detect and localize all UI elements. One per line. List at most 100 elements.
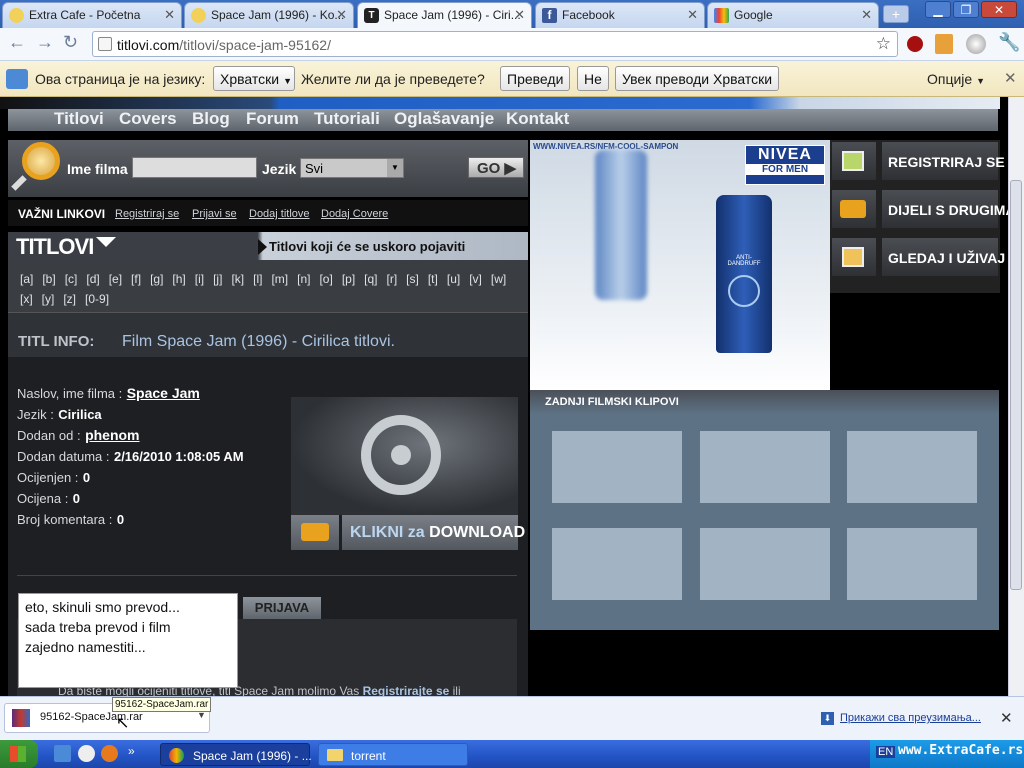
link-dodaj-covere[interactable]: Dodaj Covere (321, 208, 388, 220)
tab-prijava[interactable]: PRIJAVA (243, 597, 321, 619)
extension-record-icon[interactable] (907, 36, 923, 52)
clip-thumbnail[interactable] (847, 431, 977, 503)
letter-link[interactable]: [l] (253, 269, 262, 289)
share-side-button[interactable]: DIJELI S DRUGIMA (882, 190, 1008, 228)
nav-blog[interactable]: Blog (192, 109, 230, 129)
forward-arrow-icon[interactable]: → (36, 32, 54, 53)
language-select[interactable]: Svi ▼ (300, 158, 404, 178)
watch-icon-box[interactable] (832, 238, 876, 276)
close-icon[interactable]: ✕ (514, 7, 525, 23)
film-title-link[interactable]: Space Jam (127, 385, 200, 401)
more-quicklaunch-icon[interactable]: » (128, 744, 135, 758)
letter-link[interactable]: [y] (42, 289, 55, 309)
nav-kontakt[interactable]: Kontakt (506, 109, 569, 129)
show-all-downloads-link[interactable]: Прикажи сва преузимања... (840, 712, 981, 724)
letter-link[interactable]: [b] (42, 269, 55, 289)
close-icon[interactable]: ✕ (861, 7, 872, 23)
register-side-button[interactable]: REGISTRIRAJ SE (882, 142, 1005, 180)
letter-link[interactable]: [q] (364, 269, 377, 289)
extension-globe-icon[interactable] (966, 34, 986, 54)
download-icon-box[interactable] (291, 515, 339, 550)
maximize-button[interactable]: ❐ (953, 1, 979, 18)
film-name-input[interactable] (132, 157, 257, 178)
letter-link[interactable]: [v] (469, 269, 482, 289)
tab-extra-cafe[interactable]: Extra Cafe - Početna ✕ (2, 2, 182, 28)
tab-facebook[interactable]: f Facebook ✕ (535, 2, 705, 28)
letter-link[interactable]: [h] (172, 269, 185, 289)
check-icon-box[interactable] (832, 142, 876, 180)
link-prijavi[interactable]: Prijavi se (192, 208, 237, 220)
watch-side-button[interactable]: GLEDAJ I UŽIVAJ (882, 238, 1005, 276)
link-dodaj-titlove[interactable]: Dodaj titlove (249, 208, 310, 220)
close-window-button[interactable]: ✕ (981, 1, 1017, 18)
letter-link[interactable]: [w] (491, 269, 506, 289)
close-icon[interactable]: ✕ (687, 7, 698, 23)
nav-titlovi[interactable]: Titlovi (54, 109, 104, 129)
no-translate-button[interactable]: Не (577, 66, 609, 91)
nivea-ad[interactable]: WWW.NIVEA.RS/NFM-COOL-SAMPON NIVEA FOR M… (530, 140, 830, 390)
always-translate-button[interactable]: Увек преводи Хрватски (615, 66, 780, 91)
address-bar[interactable]: titlovi.com/titlovi/space-jam-95162/ ☆ (92, 31, 898, 57)
letter-link[interactable]: [n] (297, 269, 310, 289)
close-icon[interactable]: ✕ (1004, 69, 1017, 87)
nav-tutoriali[interactable]: Tutoriali (314, 109, 380, 129)
minimize-button[interactable]: ▁ (925, 1, 951, 18)
extension-fox-icon[interactable] (935, 34, 953, 54)
tab-space-jam-ko[interactable]: Space Jam (1996) - Ko... ✕ (184, 2, 354, 28)
coming-soon-link[interactable]: Titlovi koji će se uskoro pojaviti (269, 239, 465, 254)
letter-link[interactable]: [u] (447, 269, 460, 289)
letter-link[interactable]: [f] (131, 269, 141, 289)
letter-link[interactable]: [z] (63, 289, 76, 309)
letter-link[interactable]: [r] (387, 269, 398, 289)
letter-link[interactable]: [a] (20, 269, 33, 289)
letter-link[interactable]: [0-9] (85, 289, 109, 309)
letter-link[interactable]: [x] (20, 289, 33, 309)
new-tab-button[interactable]: + (883, 5, 909, 23)
language-select[interactable]: Хрватски ▼ (213, 66, 295, 91)
letter-link[interactable]: [m] (271, 269, 288, 289)
close-icon[interactable]: ✕ (164, 7, 175, 23)
letter-link[interactable]: [j] (213, 269, 222, 289)
tab-google[interactable]: Google ✕ (707, 2, 879, 28)
clip-thumbnail[interactable] (700, 528, 830, 600)
scrollbar-thumb[interactable] (1010, 180, 1022, 590)
star-bookmark-icon[interactable]: ☆ (876, 34, 891, 54)
options-menu[interactable]: Опције ▼ (927, 71, 985, 87)
clip-thumbnail[interactable] (700, 431, 830, 503)
letter-link[interactable]: [t] (428, 269, 438, 289)
task-torrent[interactable]: torrent (318, 743, 468, 766)
letter-link[interactable]: [k] (231, 269, 244, 289)
letter-link[interactable]: [e] (109, 269, 122, 289)
start-button[interactable] (0, 740, 38, 768)
close-icon[interactable]: ✕ (336, 7, 347, 23)
letter-link[interactable]: [o] (319, 269, 332, 289)
quicklaunch-icon[interactable] (78, 745, 95, 762)
firefox-icon[interactable] (101, 745, 118, 762)
nav-forum[interactable]: Forum (246, 109, 299, 129)
letter-link[interactable]: [i] (195, 269, 204, 289)
link-registriraj[interactable]: Registriraj se (115, 208, 179, 220)
translate-button[interactable]: Преведи (500, 66, 571, 91)
letter-link[interactable]: [d] (86, 269, 99, 289)
nav-covers[interactable]: Covers (119, 109, 177, 129)
clip-thumbnail[interactable] (552, 431, 682, 503)
wrench-icon[interactable]: 🔧 (998, 32, 1020, 53)
go-button[interactable]: GO ▶ (468, 157, 524, 178)
download-button[interactable]: KLIKNI za DOWNLOAD (342, 515, 525, 550)
uploader-link[interactable]: phenom (85, 427, 139, 443)
letter-link[interactable]: [s] (406, 269, 419, 289)
clip-thumbnail[interactable] (552, 528, 682, 600)
close-icon[interactable]: ✕ (1000, 709, 1013, 727)
letter-link[interactable]: [g] (150, 269, 163, 289)
letter-link[interactable]: [c] (65, 269, 78, 289)
share-icon-box[interactable] (832, 190, 876, 228)
tab-space-jam-ciri[interactable]: T Space Jam (1996) - Ciri... ✕ (357, 2, 532, 28)
nav-oglasavanje[interactable]: Oglašavanje (394, 109, 494, 129)
reload-icon[interactable]: ↻ (63, 32, 78, 53)
register-link[interactable]: Registrirajte se (363, 684, 450, 696)
language-indicator[interactable]: EN (876, 746, 896, 758)
letter-link[interactable]: [p] (342, 269, 355, 289)
quicklaunch-icon[interactable] (54, 745, 71, 762)
task-space-jam[interactable]: Space Jam (1996) - ... (160, 743, 312, 766)
back-arrow-icon[interactable]: ← (8, 32, 26, 53)
